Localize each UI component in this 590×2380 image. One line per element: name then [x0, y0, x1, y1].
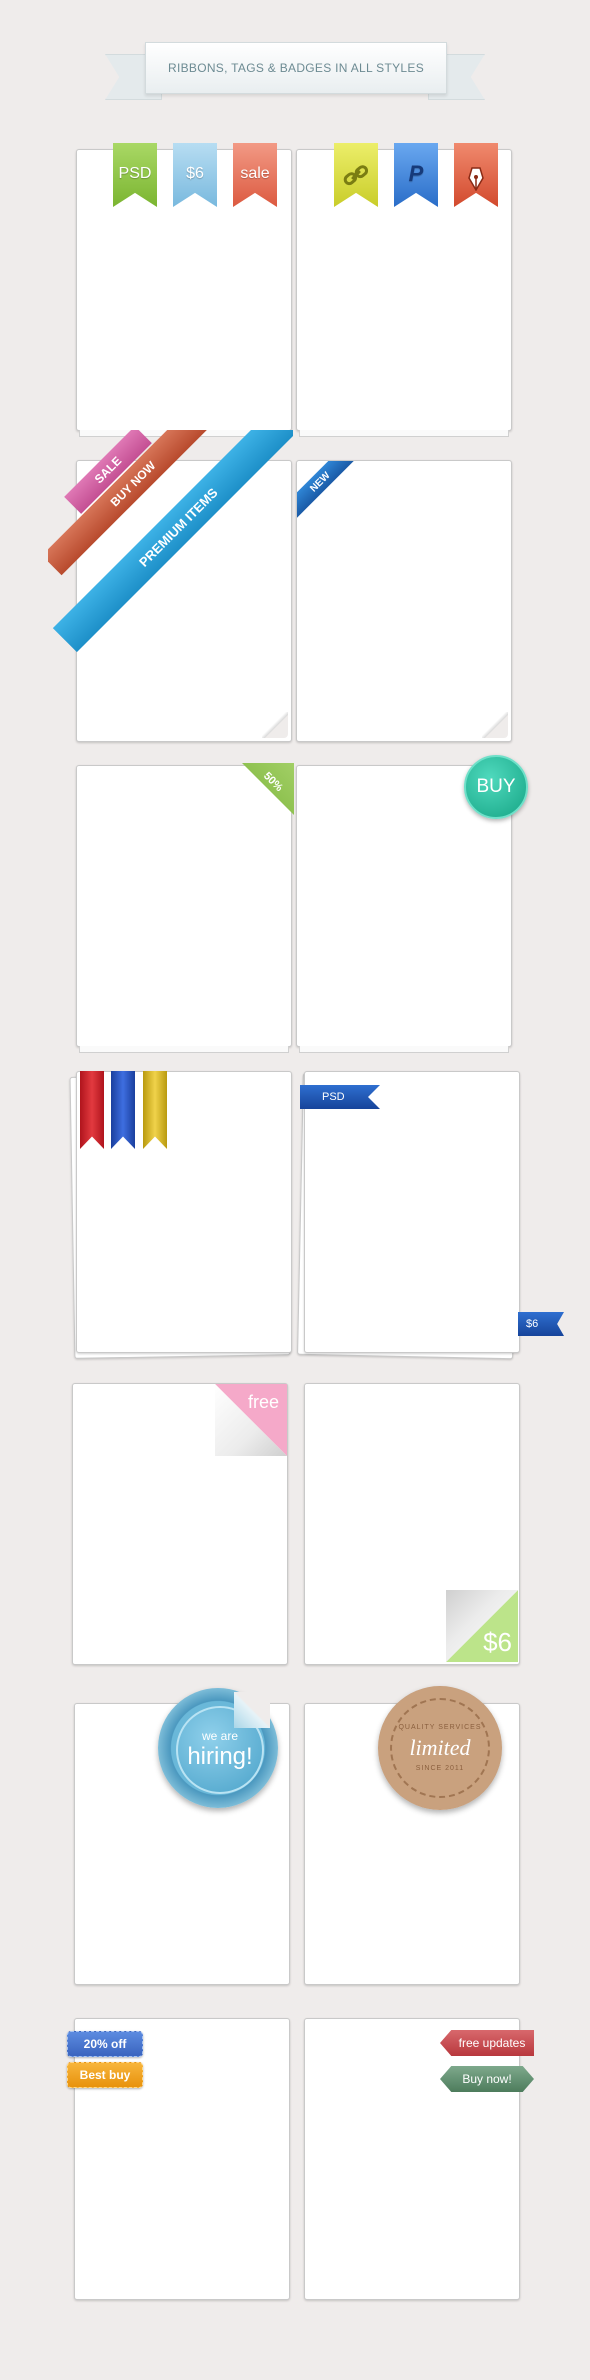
hiring-badge[interactable]: we are hiring! — [158, 1688, 278, 1808]
peel-badge-free-label: free — [247, 1392, 279, 1412]
limited-seal-inner: QUALITY SERVICES limited SINCE 2011 — [390, 1698, 490, 1798]
tag-best-buy-label: Best buy — [79, 2068, 131, 2082]
card-row4-right — [304, 1071, 520, 1353]
ribbon-psd-label: PSD — [118, 165, 152, 182]
limited-seal-top: QUALITY SERVICES — [398, 1724, 482, 1731]
tag-20-off-label: 20% off — [83, 2037, 127, 2051]
corner-ribbon-new-clip: NEW — [297, 461, 357, 521]
limited-seal[interactable]: QUALITY SERVICES limited SINCE 2011 — [378, 1686, 502, 1810]
flag-ribbon-price[interactable]: $6 — [518, 1312, 564, 1336]
buy-circle-label: BUY — [476, 776, 516, 797]
paypal-icon: P — [408, 161, 424, 186]
corner-ribbon-group: PREMIUM ITEMS BUY NOW SALE — [48, 430, 293, 670]
card-row3-left — [76, 765, 292, 1053]
limited-seal-bottom: SINCE 2011 — [415, 1765, 465, 1772]
hiring-badge-main: hiring! — [187, 1743, 253, 1770]
flag-ribbon-psd-label: PSD — [322, 1091, 345, 1103]
tag-buy-now-label: Buy now! — [462, 2072, 512, 2086]
tag-best-buy[interactable]: Best buy — [67, 2062, 143, 2088]
buy-circle-badge[interactable]: BUY — [464, 755, 528, 819]
ribbon-new-label: NEW — [307, 469, 333, 495]
tag-free-updates-label: free updates — [458, 2036, 526, 2050]
ribbon-new[interactable]: NEW — [297, 461, 357, 521]
ribbon-price-label: $6 — [186, 165, 204, 182]
page-curl-row2-left — [262, 712, 288, 738]
tag-free-updates[interactable]: free updates — [440, 2030, 534, 2056]
page-curl-row2-right — [482, 712, 508, 738]
peel-badge-price-label: $6 — [483, 1627, 512, 1657]
banner-body: RIBBONS, TAGS & BADGES IN ALL STYLES — [145, 42, 447, 94]
flag-ribbon-price-label: $6 — [526, 1318, 539, 1330]
title-banner: RIBBONS, TAGS & BADGES IN ALL STYLES — [100, 38, 490, 108]
ribbon-sale-label: sale — [240, 165, 270, 182]
card-row7-right — [304, 2018, 520, 2300]
flag-ribbon-psd[interactable]: PSD — [300, 1085, 380, 1109]
tag-20-off[interactable]: 20% off — [67, 2031, 143, 2057]
link-icon — [343, 165, 369, 186]
card-row4-left — [76, 1071, 292, 1353]
limited-seal-main: limited — [409, 1735, 471, 1760]
hiring-badge-top: we are — [201, 1729, 239, 1743]
tag-buy-now[interactable]: Buy now! — [440, 2066, 534, 2092]
hiring-badge-curl — [234, 1692, 270, 1728]
page-title: RIBBONS, TAGS & BADGES IN ALL STYLES — [168, 61, 424, 75]
pen-nib-icon — [468, 167, 484, 191]
card-row7-left — [74, 2018, 290, 2300]
ribbon-premium-label: PREMIUM ITEMS — [135, 484, 221, 570]
